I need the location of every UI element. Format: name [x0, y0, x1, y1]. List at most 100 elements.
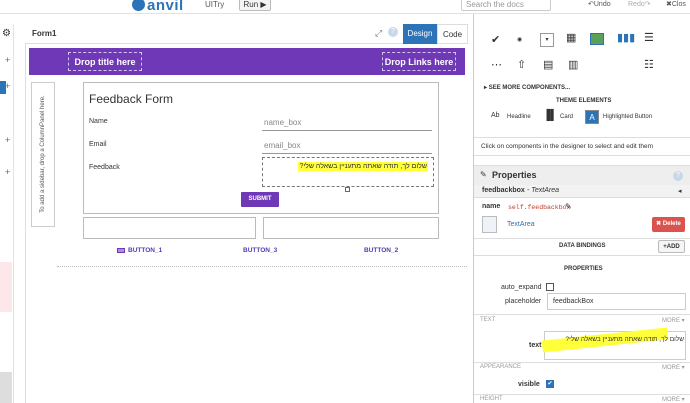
logo-text: anvil — [147, 0, 184, 14]
close-label: Clos — [671, 1, 686, 8]
name-label[interactable]: Name — [89, 118, 108, 125]
radio-component-icon[interactable]: ◉ — [517, 36, 522, 43]
appearance-more-toggle[interactable]: MORE ▾ — [662, 364, 685, 371]
feedback-label[interactable]: Feedback — [89, 164, 120, 171]
component-name: feedbackbox — [482, 187, 525, 194]
height-more-toggle[interactable]: MORE ▾ — [662, 396, 685, 403]
form-title[interactable]: Feedback Form — [89, 92, 173, 106]
image-component-icon[interactable] — [590, 33, 604, 45]
top-bar — [0, 0, 690, 14]
plot-component-icon[interactable]: ▮▮▮ — [617, 31, 635, 44]
feedback-textarea-text: שלום לך, תודה שאתה מתעניין בשאלה שלי? — [299, 163, 427, 170]
grid-component-icon[interactable]: ☰ — [644, 31, 654, 44]
wrench-icon: ✎ — [480, 170, 487, 179]
headline-theme-item[interactable]: Headline — [507, 114, 531, 120]
theme-elements-heading: THEME ELEMENTS — [556, 98, 612, 104]
run-button[interactable]: Run ▶ — [239, 0, 271, 11]
expand-icon[interactable]: ⤢ — [375, 28, 382, 39]
empty-slot[interactable] — [83, 217, 256, 239]
auto-expand-label: auto_expand — [501, 284, 542, 291]
add-icon[interactable]: + — [5, 167, 10, 177]
canvas-divider — [57, 266, 467, 267]
redo-icon: ↷ — [644, 1, 651, 8]
add-icon[interactable]: + — [5, 135, 10, 145]
button-icon — [117, 248, 125, 253]
name-input[interactable]: name_box — [262, 115, 432, 131]
see-more-label: SEE MORE COMPONENTS... — [488, 85, 571, 91]
app-name: UITry — [205, 0, 225, 9]
see-more-components[interactable]: ▸ SEE MORE COMPONENTS... — [484, 84, 570, 91]
textarea-component-icon — [482, 216, 497, 233]
timer-component-icon[interactable]: ▥ — [568, 58, 578, 71]
email-input[interactable]: email_box — [262, 138, 432, 154]
properties-title: Properties — [492, 170, 537, 180]
calendar-component-icon[interactable]: ▦ — [566, 31, 576, 44]
text-section-label: TEXT — [480, 317, 496, 323]
docs-search-input[interactable]: Search the docs — [461, 0, 551, 11]
upload-component-icon[interactable]: ⇧ — [517, 58, 526, 71]
anvil-logo-icon — [132, 0, 145, 11]
highlighted-button-icon[interactable]: A — [585, 110, 599, 124]
auto-expand-checkbox[interactable] — [546, 283, 554, 291]
column-panel-icon[interactable]: ▤ — [543, 58, 553, 71]
designer-hint: Click on components in the designer to s… — [474, 137, 690, 156]
visible-checkbox[interactable]: ✔ — [546, 380, 554, 388]
name-property-value[interactable]: self.feedbackbox — [508, 204, 570, 211]
text-property-value: שלום לך, תודה שאתה מתעניין בשאלה שלי? — [565, 336, 684, 343]
help-icon[interactable]: ? — [388, 27, 398, 37]
name-property-label: name — [482, 203, 501, 210]
tab-code[interactable]: Code — [437, 24, 468, 44]
submit-button[interactable]: SUBMIT — [241, 192, 279, 207]
add-binding-button[interactable]: +ADD — [658, 240, 685, 253]
placeholder-input[interactable]: feedbackBox — [547, 293, 686, 310]
button-3[interactable]: BUTTON_3 — [243, 247, 277, 254]
text-more-toggle[interactable]: MORE ▾ — [662, 317, 685, 324]
text-section — [474, 314, 690, 328]
redo-label: Redo — [628, 1, 645, 8]
data-bindings-heading: DATA BINDINGS — [559, 243, 606, 249]
text-property-label: text — [529, 342, 542, 349]
height-section-label: HEIGHT — [480, 396, 503, 402]
caret-left-icon[interactable]: ◂ — [678, 187, 682, 195]
headline-icon[interactable]: Ab — [491, 112, 500, 119]
spacer-component-icon[interactable]: ☷ — [644, 58, 654, 71]
help-icon[interactable]: ? — [673, 171, 683, 181]
form-tab-bar — [25, 24, 468, 44]
tab-design[interactable]: Design — [403, 24, 437, 44]
drop-title-slot[interactable]: Drop title here — [68, 52, 142, 71]
card-theme-item[interactable]: Card — [560, 114, 573, 120]
appearance-section-label: APPEARANCE — [480, 364, 522, 370]
button-2[interactable]: BUTTON_2 — [364, 247, 398, 254]
component-type-label: TextArea — [531, 187, 560, 194]
add-icon[interactable]: + — [5, 55, 10, 65]
selected-form-indicator[interactable] — [0, 81, 6, 94]
dropdown-component-icon[interactable]: ▾ — [540, 33, 554, 47]
height-section — [474, 394, 690, 403]
placeholder-label: placeholder — [505, 298, 542, 305]
empty-slot[interactable] — [263, 217, 439, 239]
card-icon[interactable]: ▐▌ — [543, 110, 557, 121]
close-button[interactable]: ✖Clos — [666, 0, 686, 8]
resize-handle[interactable] — [345, 187, 350, 192]
anvil-logo[interactable]: anvil — [132, 0, 184, 14]
left-panel-notice — [0, 262, 12, 312]
left-scrollbar[interactable] — [0, 372, 12, 403]
checkbox-component-icon[interactable]: ✔ — [491, 33, 500, 46]
properties-subheading: PROPERTIES — [564, 266, 603, 272]
gear-icon[interactable]: ⚙ — [2, 28, 11, 39]
visible-label: visible — [518, 381, 540, 388]
drop-links-slot[interactable]: Drop Links here — [382, 52, 456, 71]
delete-button[interactable]: ✖ Delete — [652, 217, 685, 232]
redo-button[interactable]: Redo↷ — [628, 0, 651, 8]
component-type: - TextArea — [527, 187, 560, 194]
sidebar-hint: To add a sidebar, drop a ColumnPanel her… — [40, 95, 46, 213]
undo-button[interactable]: ↶Undo — [588, 0, 611, 8]
button-1[interactable]: BUTTON_1 — [128, 247, 162, 254]
form-name-tab[interactable]: Form1 — [32, 29, 56, 38]
email-label[interactable]: Email — [89, 141, 107, 148]
undo-label: Undo — [593, 1, 611, 8]
pencil-icon[interactable]: ✎ — [565, 202, 572, 211]
component-docs-link[interactable]: TextArea — [507, 221, 535, 228]
repeating-panel-icon[interactable]: ⋯ — [491, 58, 502, 71]
highlighted-button-theme-item[interactable]: Highlighted Button — [603, 114, 652, 120]
